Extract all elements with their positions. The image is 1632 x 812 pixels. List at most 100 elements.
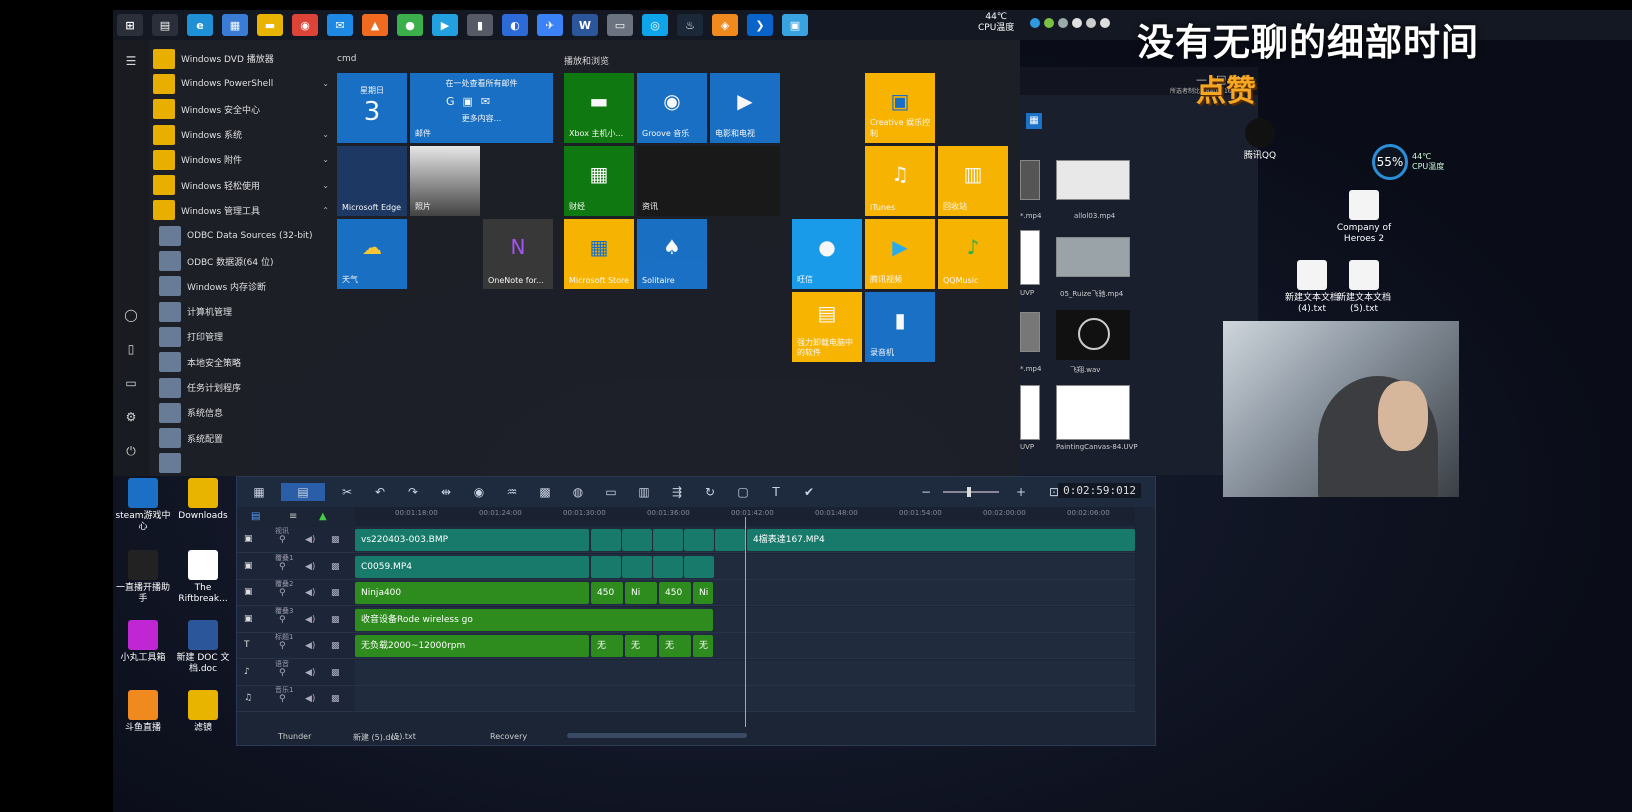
start-app-item[interactable]: Windows DVD 播放器 bbox=[153, 46, 331, 71]
desktop-icon[interactable]: 新建 DOC 文档.doc bbox=[173, 620, 233, 675]
uninstall-tile[interactable]: ▤ 强力卸载电脑中的软件 bbox=[792, 292, 862, 362]
taskview-icon[interactable]: ▤ bbox=[152, 14, 178, 36]
finance-tile[interactable]: ▦ 财经 bbox=[564, 146, 634, 216]
overlay-clip[interactable]: 收音设备Rode wireless go bbox=[355, 608, 713, 631]
title-clip[interactable]: 450 bbox=[659, 582, 691, 604]
title-clip[interactable]: 无 bbox=[693, 635, 713, 657]
motion-icon[interactable]: ⇶ bbox=[666, 483, 688, 501]
video-clip[interactable]: C0059.MP4 bbox=[355, 555, 589, 578]
desktop-icon[interactable]: The Riftbreak... bbox=[173, 550, 233, 605]
track-manager-icon[interactable]: ▤ bbox=[251, 511, 260, 522]
app-green-icon[interactable]: ● bbox=[397, 14, 423, 36]
start-app-item[interactable]: Windows 系统 ⌄ bbox=[153, 122, 331, 147]
title-clip[interactable]: 无负载2000~12000rpm bbox=[355, 635, 589, 657]
start-app-item[interactable]: 计算机管理 bbox=[153, 299, 331, 324]
timecode-display[interactable]: 0:02:59:012 bbox=[1058, 483, 1141, 498]
tray-icon[interactable] bbox=[1086, 18, 1097, 28]
volume-icon[interactable]: ◀) bbox=[305, 668, 315, 678]
photo-icon[interactable]: ▣ bbox=[782, 14, 808, 36]
track-header[interactable]: ▣ 覆叠2 ⚲ ◀) ▩ bbox=[237, 580, 355, 606]
link-icon[interactable]: ⚲ bbox=[279, 694, 286, 704]
3d-title-icon[interactable]: T bbox=[765, 483, 787, 501]
horizontal-scrollbar[interactable] bbox=[567, 733, 747, 738]
track-header[interactable]: T 标题1 ⚲ ◀) ▩ bbox=[237, 633, 355, 659]
link-icon[interactable]: ⚲ bbox=[279, 668, 286, 678]
title-clip[interactable]: 无 bbox=[625, 635, 657, 657]
fit-icon[interactable]: ⇹ bbox=[435, 483, 457, 501]
settings-icon[interactable]: ⚙ bbox=[123, 410, 139, 426]
start-app-item[interactable]: Windows 管理工具 ⌃ bbox=[153, 198, 331, 223]
qqmusic-tile[interactable]: ♪ QQMusic bbox=[938, 219, 1008, 289]
media-thumb[interactable] bbox=[1056, 160, 1130, 200]
volume-icon[interactable]: ◀) bbox=[305, 694, 315, 704]
groove-tile[interactable]: ◉ Groove 音乐 bbox=[637, 73, 707, 143]
pictures-icon[interactable]: ▭ bbox=[123, 376, 139, 392]
monitor-icon[interactable]: ▭ bbox=[607, 14, 633, 36]
multicam-icon[interactable]: ▥ bbox=[633, 483, 655, 501]
calendar-tile[interactable]: 星期日 3 bbox=[337, 73, 407, 143]
video-clip[interactable] bbox=[684, 555, 714, 578]
recorder-tile[interactable]: ▮ 录音机 bbox=[865, 292, 935, 362]
desktop-icon[interactable]: 一直播开播助手 bbox=[113, 550, 173, 605]
edge-tile[interactable]: Microsoft Edge bbox=[337, 146, 407, 216]
creative-tile[interactable]: ▣ Creative 娱乐控制 bbox=[865, 73, 935, 143]
news-tile[interactable]: 资讯 bbox=[637, 146, 780, 216]
desktop-icon[interactable]: 小丸工具箱 bbox=[113, 620, 173, 664]
start-app-item[interactable]: 打印管理 bbox=[153, 324, 331, 349]
link-icon[interactable]: ⚲ bbox=[279, 562, 286, 572]
media-thumb[interactable] bbox=[1056, 385, 1130, 440]
start-app-item[interactable]: Windows 安全中心 bbox=[153, 97, 331, 122]
desktop-icon[interactable]: 斗鱼直播 bbox=[113, 690, 173, 734]
desktop-icon[interactable]: 滤镜 bbox=[173, 690, 233, 734]
grid-icon[interactable]: ▩ bbox=[331, 562, 340, 572]
start-app-item[interactable]: ODBC Data Sources (32-bit) bbox=[153, 223, 331, 248]
steam-icon[interactable]: ♨ bbox=[677, 14, 703, 36]
photos-tile[interactable]: 照片 bbox=[410, 146, 480, 216]
start-app-item[interactable]: Windows 轻松使用 ⌄ bbox=[153, 172, 331, 197]
start-app-item[interactable]: Windows 内存诊断 bbox=[153, 274, 331, 299]
title-clip[interactable]: 无 bbox=[659, 635, 691, 657]
video-clip[interactable] bbox=[622, 555, 652, 578]
track-header[interactable]: ▣ 覆叠3 ⚲ ◀) ▩ bbox=[237, 606, 355, 633]
mic-icon[interactable]: ▮ bbox=[467, 14, 493, 36]
grid-view-icon[interactable]: ▦ bbox=[1026, 113, 1042, 129]
grid-icon[interactable]: ▩ bbox=[331, 668, 340, 678]
title-clip[interactable]: Ni bbox=[625, 582, 657, 604]
power-icon[interactable]: ⏻ bbox=[123, 444, 139, 460]
video-clip[interactable] bbox=[684, 529, 714, 551]
audio-mixer-icon[interactable]: ♒ bbox=[501, 483, 523, 501]
track-header[interactable]: ♫ 音乐1 ⚲ ◀) ▩ bbox=[237, 686, 355, 712]
grid-icon[interactable]: ▩ bbox=[331, 588, 340, 598]
start-app-item[interactable]: 任务计划程序 bbox=[153, 375, 331, 400]
subtitle-icon[interactable]: ▭ bbox=[600, 483, 622, 501]
mail-icon[interactable]: ✉ bbox=[327, 14, 353, 36]
tray-icon[interactable] bbox=[1044, 18, 1055, 28]
grid-icon[interactable]: ▩ bbox=[331, 535, 340, 545]
link-icon[interactable]: ⚲ bbox=[279, 641, 286, 651]
desktop-icon[interactable]: steam游戏中心 bbox=[113, 478, 173, 533]
onenote-tile[interactable]: N OneNote for... bbox=[483, 219, 553, 289]
video-clip[interactable] bbox=[653, 529, 683, 551]
film-icon[interactable]: ▩ bbox=[534, 483, 556, 501]
play-icon[interactable]: ▶ bbox=[432, 14, 458, 36]
media-thumb[interactable] bbox=[1020, 160, 1040, 200]
chrome-icon[interactable]: ◉ bbox=[292, 14, 318, 36]
playhead[interactable] bbox=[745, 517, 746, 727]
audio-thumb[interactable] bbox=[1056, 310, 1130, 360]
start-app-item[interactable]: Windows PowerShell ⌄ bbox=[153, 71, 331, 96]
chevron-icon[interactable]: ⌃ bbox=[322, 206, 329, 215]
title-clip[interactable]: 无 bbox=[591, 635, 623, 657]
video-clip[interactable] bbox=[591, 529, 621, 551]
link-icon[interactable]: ⚲ bbox=[279, 535, 286, 545]
check-icon[interactable]: ✔ bbox=[798, 483, 820, 501]
zoom-in-icon[interactable]: + bbox=[1010, 483, 1032, 501]
explorer-icon[interactable]: ▬ bbox=[257, 14, 283, 36]
store-icon[interactable]: ▦ bbox=[222, 14, 248, 36]
solitaire-tile[interactable]: ♠ Solitaire bbox=[637, 219, 707, 289]
start-app-item[interactable] bbox=[153, 451, 331, 476]
hamburger-icon[interactable]: ☰ bbox=[123, 54, 139, 70]
tray-icon[interactable] bbox=[1100, 18, 1111, 28]
chevron-icon[interactable]: ⌄ bbox=[322, 181, 329, 190]
volume-icon[interactable]: ◀) bbox=[305, 562, 315, 572]
app-blue-icon[interactable]: ◎ bbox=[642, 14, 668, 36]
